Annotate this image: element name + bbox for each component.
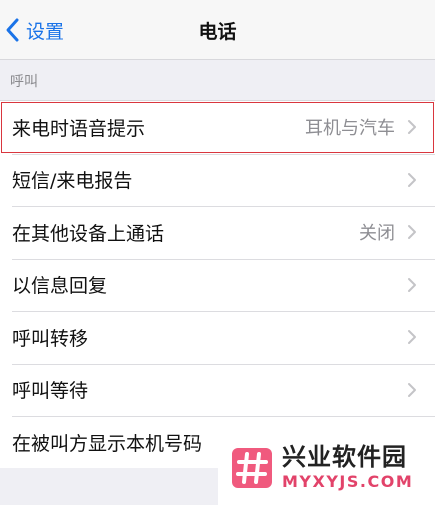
row-sms-call-reporting[interactable]: 短信/来电报告 <box>0 153 435 207</box>
watermark-name-en: MYXYJS.COM <box>282 472 414 491</box>
row-label: 在被叫方显示本机号码 <box>12 432 203 455</box>
page-title: 电话 <box>198 21 237 43</box>
row-respond-with-text[interactable]: 以信息回复 <box>0 258 435 312</box>
chevron-right-icon <box>408 172 416 187</box>
row-label: 呼叫等待 <box>12 380 89 403</box>
row-label: 以信息回复 <box>12 275 108 298</box>
chevron-right-icon <box>408 277 416 292</box>
navigation-bar: 设置 电话 <box>0 0 435 60</box>
settings-list: 来电时语音提示 耳机与汽车 短信/来电报告 在其他设备上通话 关闭 以信息回复 … <box>0 100 435 470</box>
row-label: 短信/来电报告 <box>12 170 133 193</box>
chevron-right-icon <box>408 225 416 240</box>
row-calls-on-other-devices[interactable]: 在其他设备上通话 关闭 <box>0 206 435 259</box>
row-call-waiting[interactable]: 呼叫等待 <box>0 363 435 417</box>
watermark: 兴业软件园 MYXYJS.COM <box>218 430 435 505</box>
hash-logo-icon <box>232 447 272 488</box>
row-value: 关闭 <box>359 223 395 245</box>
row-value: 耳机与汽车 <box>305 118 395 140</box>
chevron-right-icon <box>408 330 416 345</box>
row-label: 在其他设备上通话 <box>12 222 165 245</box>
row-call-forwarding[interactable]: 呼叫转移 <box>0 311 435 364</box>
watermark-name-cn: 兴业软件园 <box>282 443 407 471</box>
row-label: 来电时语音提示 <box>12 117 146 140</box>
row-announce-calls[interactable]: 来电时语音提示 耳机与汽车 <box>0 101 435 154</box>
chevron-right-icon <box>408 120 416 135</box>
chevron-right-icon <box>408 382 416 397</box>
row-label: 呼叫转移 <box>12 327 89 350</box>
section-header-calls: 呼叫 <box>10 74 38 90</box>
watermark-text: 兴业软件园 MYXYJS.COM <box>282 445 413 490</box>
